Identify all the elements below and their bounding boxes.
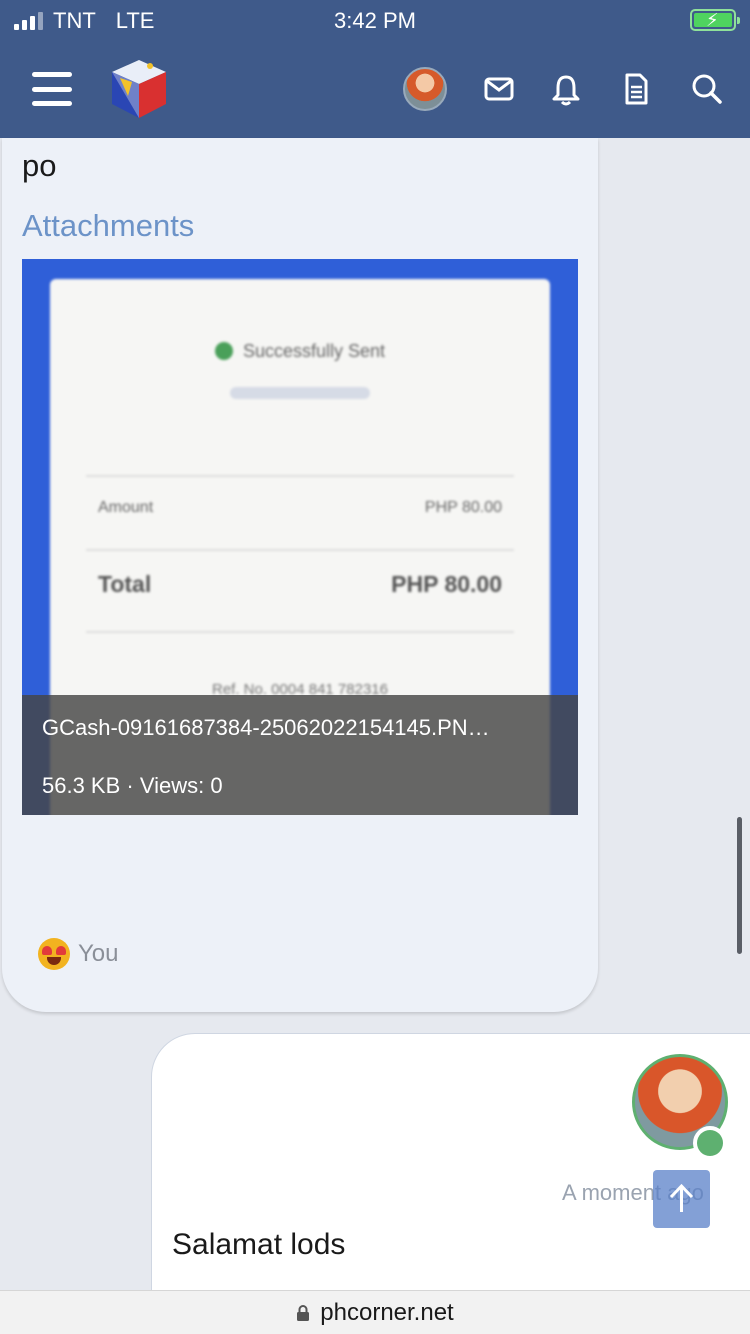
scroll-to-top-button[interactable] [653, 1170, 710, 1228]
top-nav [0, 42, 750, 138]
reaction-user: You [78, 940, 119, 967]
receipt-amount-row: Amount PHP 80.00 [98, 499, 502, 516]
battery-icon: ⚡ [690, 9, 740, 31]
status-bar: TNT LTE 3:42 PM ⚡ [0, 0, 750, 42]
document-icon[interactable] [618, 71, 654, 107]
receipt-total-row: Total PHP 80.00 [98, 571, 502, 597]
user-avatar[interactable] [403, 67, 447, 111]
scroll-indicator [737, 817, 742, 954]
attachment-thumbnail[interactable]: Successfully Sent Amount PHP 80.00 Total… [22, 259, 578, 815]
post-text: po [22, 148, 57, 183]
site-logo[interactable] [106, 56, 172, 122]
heart-eyes-emoji-icon [38, 938, 70, 970]
reply-text: Salamat lods [172, 1228, 346, 1261]
attachment-caption: GCash-09161687384-25062022154145.PN… 56.… [22, 695, 578, 815]
status-time: 3:42 PM [334, 8, 416, 33]
lock-icon [297, 1304, 310, 1321]
search-icon[interactable] [689, 71, 725, 107]
menu-icon[interactable] [32, 72, 72, 106]
bell-icon[interactable] [548, 71, 584, 107]
url-text: phcorner.net [320, 1298, 454, 1326]
arrow-up-icon [669, 1183, 694, 1212]
mail-icon[interactable] [481, 71, 517, 107]
reaction-summary[interactable]: You [38, 938, 119, 970]
attachment-filename[interactable]: GCash-09161687384-25062022154145.PN… [42, 715, 542, 741]
receipt-status: Successfully Sent [50, 341, 550, 362]
browser-url-bar[interactable]: phcorner.net [0, 1290, 750, 1334]
attachment-meta: 56.3 KB · Views: 0 [42, 773, 223, 798]
attachments-heading: Attachments [22, 208, 195, 243]
receipt-recipient-redacted [230, 387, 370, 399]
online-status-icon [693, 1126, 727, 1160]
